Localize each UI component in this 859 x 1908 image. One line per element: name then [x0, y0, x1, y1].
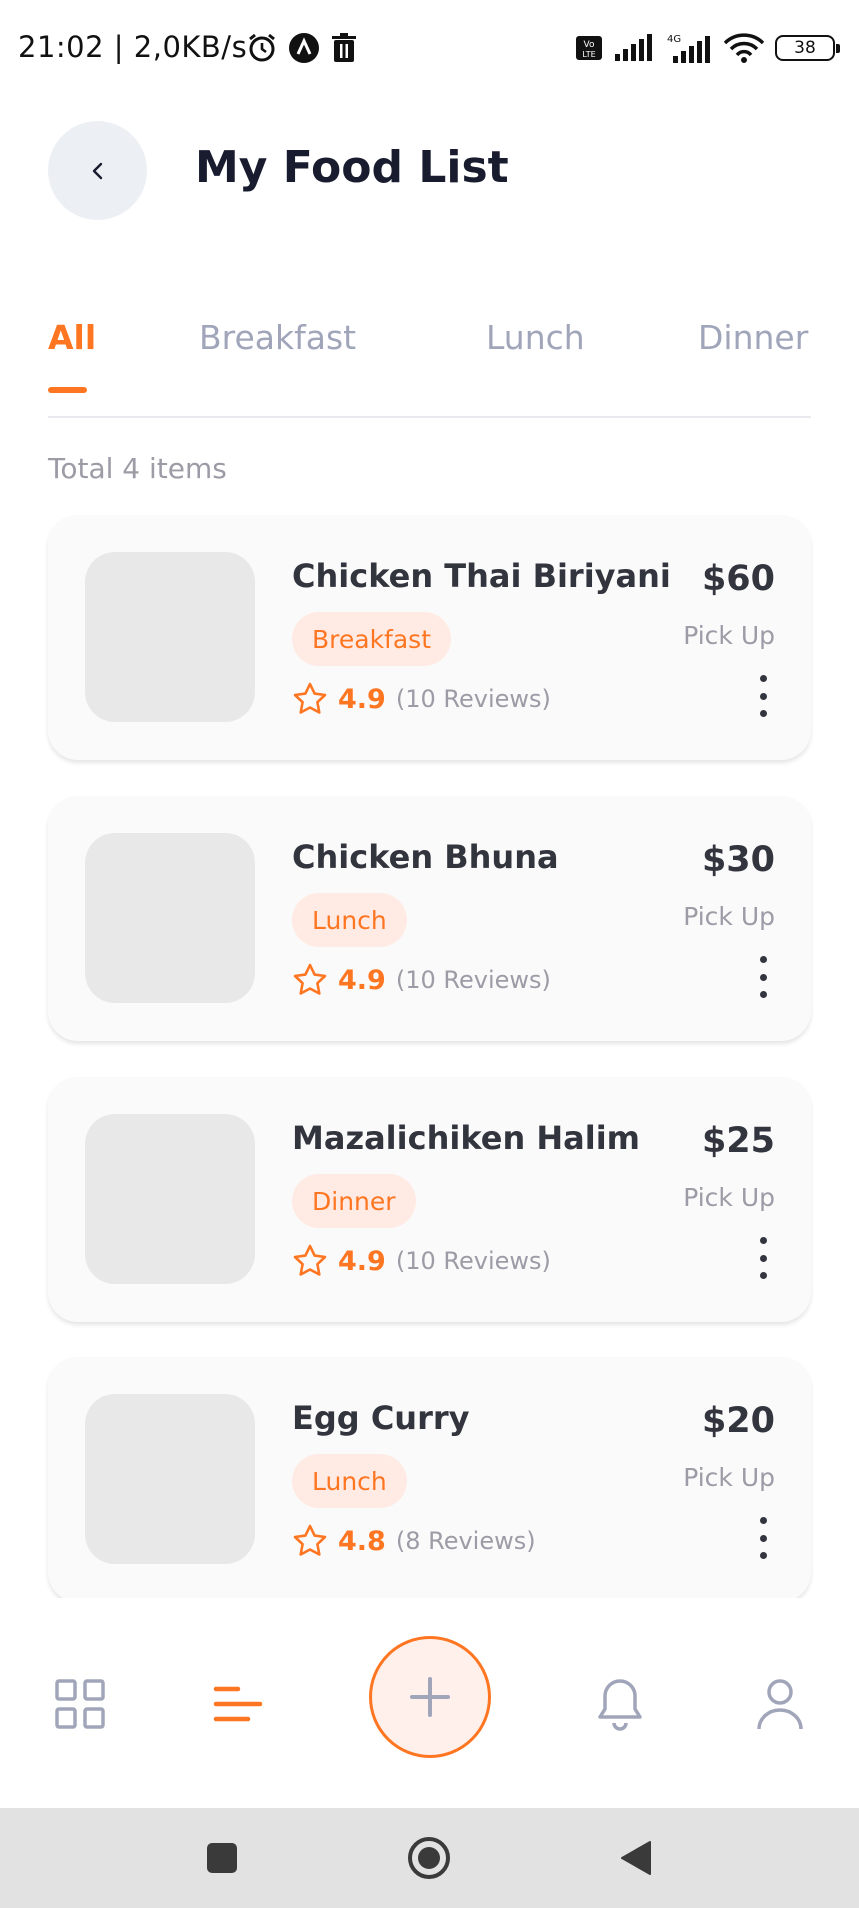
more-options-icon[interactable] — [757, 675, 769, 717]
more-options-icon[interactable] — [757, 956, 769, 998]
more-options-icon[interactable] — [757, 1517, 769, 1559]
status-icons-right: Vo LTE 4G 38 — [575, 32, 840, 64]
triangle-back-icon — [621, 1841, 651, 1875]
recent-apps-button[interactable] — [198, 1834, 246, 1882]
food-item-card[interactable]: Egg Curry Lunch 4.8 (8 Reviews) $20 Pick… — [48, 1357, 811, 1602]
status-time: 21:02 | 2,0KB/s — [18, 30, 248, 64]
food-item-card[interactable]: Chicken Thai Biriyani Breakfast 4.9 (10 … — [48, 515, 811, 760]
wifi-icon — [723, 33, 765, 63]
list-icon — [213, 1686, 263, 1722]
more-options-icon[interactable] — [757, 1237, 769, 1279]
food-item-card[interactable]: Chicken Bhuna Lunch 4.9 (10 Reviews) $30… — [48, 796, 811, 1041]
rating-value: 4.8 — [338, 1525, 386, 1557]
review-count: (8 Reviews) — [395, 1527, 536, 1555]
food-name: Chicken Thai Biriyani — [292, 557, 671, 595]
food-image-placeholder — [85, 833, 255, 1003]
svg-text:Vo: Vo — [584, 40, 595, 50]
star-icon — [293, 1524, 327, 1556]
svg-text:4G: 4G — [667, 34, 681, 45]
price: $20 — [701, 1401, 775, 1441]
tab-lunch[interactable]: Lunch — [486, 318, 585, 357]
signal-icon — [615, 34, 652, 61]
rating-value: 4.9 — [338, 1245, 386, 1277]
bottom-navigation — [0, 1598, 859, 1808]
signal-4g-icon: 4G — [667, 34, 710, 63]
price: $30 — [701, 840, 775, 880]
tab-all[interactable]: All — [48, 318, 96, 357]
square-icon — [207, 1843, 237, 1873]
food-name: Mazalichiken Halim — [292, 1119, 641, 1157]
user-icon — [757, 1679, 803, 1730]
star-icon — [293, 682, 327, 714]
battery-level: 38 — [794, 38, 816, 58]
home-circle-icon — [408, 1837, 450, 1879]
active-tab-indicator — [48, 387, 87, 393]
review-count: (10 Reviews) — [395, 966, 551, 994]
total-items-label: Total 4 items — [48, 452, 227, 485]
delivery-type: Pick Up — [683, 902, 775, 931]
category-badge: Dinner — [292, 1174, 416, 1228]
food-item-card[interactable]: Mazalichiken Halim Dinner 4.9 (10 Review… — [48, 1077, 811, 1322]
food-image-placeholder — [85, 552, 255, 722]
food-image-placeholder — [85, 1394, 255, 1564]
tab-dinner[interactable]: Dinner — [698, 318, 808, 357]
chevron-left-icon — [92, 162, 102, 179]
grid-icon — [55, 1679, 105, 1729]
delivery-type: Pick Up — [683, 621, 775, 650]
app-icon — [289, 33, 319, 63]
tabs-divider — [48, 416, 811, 418]
rating: 4.9 (10 Reviews) — [292, 681, 551, 717]
category-badge: Breakfast — [292, 612, 452, 666]
nav-notifications[interactable] — [590, 1674, 650, 1734]
food-image-placeholder — [85, 1114, 255, 1284]
trash-icon — [332, 33, 356, 62]
food-name: Chicken Bhuna — [292, 838, 559, 876]
system-navigation-bar — [0, 1808, 859, 1908]
page-title: My Food List — [195, 142, 509, 193]
price: $60 — [701, 559, 775, 599]
nav-food-list[interactable] — [208, 1674, 268, 1734]
food-name: Egg Curry — [292, 1399, 470, 1437]
price: $25 — [701, 1121, 775, 1161]
review-count: (10 Reviews) — [395, 1247, 551, 1275]
svg-text:LTE: LTE — [582, 50, 595, 59]
category-badge: Lunch — [292, 1454, 407, 1508]
delivery-type: Pick Up — [683, 1183, 775, 1212]
status-bar: 21:02 | 2,0KB/s Vo LTE 4G 38 — [0, 0, 859, 100]
category-tabs: All Breakfast Lunch Dinner — [48, 318, 811, 418]
rating: 4.9 (10 Reviews) — [292, 1243, 551, 1279]
nav-dashboard[interactable] — [50, 1674, 110, 1734]
rating: 4.9 (10 Reviews) — [292, 962, 551, 998]
home-button[interactable] — [405, 1834, 453, 1882]
review-count: (10 Reviews) — [395, 685, 551, 713]
nav-profile[interactable] — [750, 1674, 810, 1734]
add-item-button[interactable] — [369, 1636, 491, 1758]
category-badge: Lunch — [292, 893, 407, 947]
rating: 4.8 (8 Reviews) — [292, 1523, 536, 1559]
tab-breakfast[interactable]: Breakfast — [199, 318, 356, 357]
alarm-icon — [249, 33, 275, 62]
rating-value: 4.9 — [338, 683, 386, 715]
star-icon — [293, 1244, 327, 1276]
battery-indicator: 38 — [775, 35, 840, 61]
star-icon — [293, 963, 327, 995]
volte-icon: VoLTE — [576, 36, 602, 60]
back-button[interactable] — [48, 121, 147, 220]
rating-value: 4.9 — [338, 964, 386, 996]
status-icons-left — [246, 32, 358, 64]
system-back-button[interactable] — [612, 1834, 660, 1882]
bell-icon — [598, 1679, 642, 1731]
delivery-type: Pick Up — [683, 1463, 775, 1492]
plus-icon — [410, 1677, 450, 1717]
